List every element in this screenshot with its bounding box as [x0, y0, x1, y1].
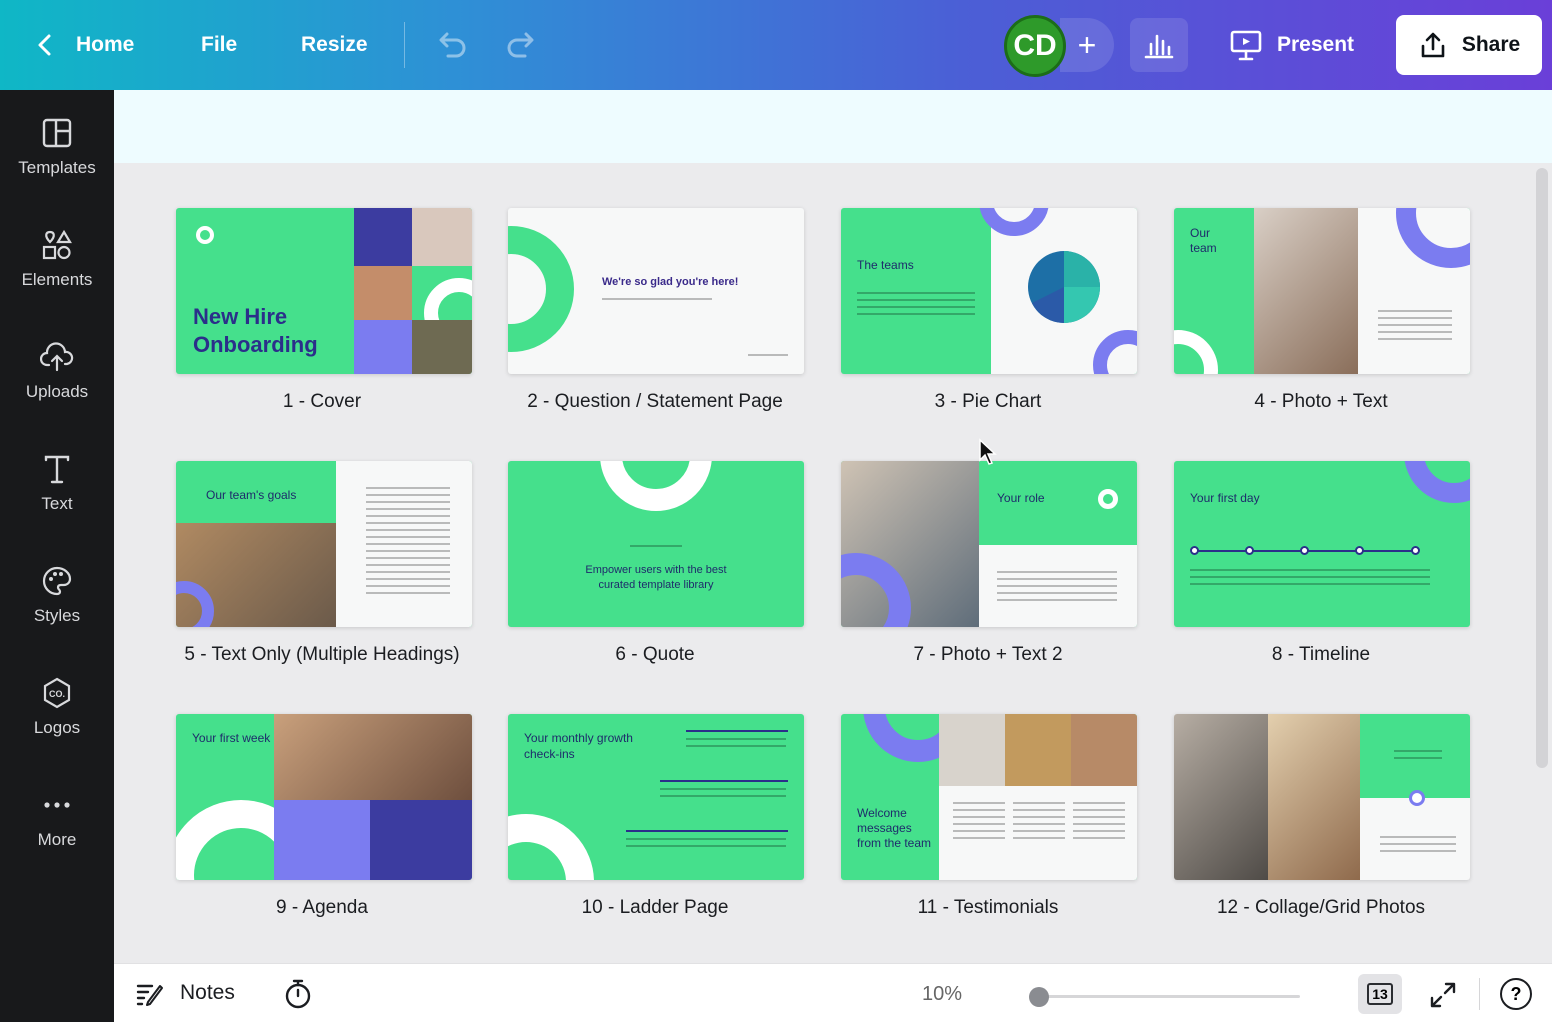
sidebar: Templates Elements Uploads Text Styles C…	[0, 90, 114, 1022]
svg-text:CO.: CO.	[49, 689, 65, 699]
home-button[interactable]: Home	[76, 0, 134, 90]
top-bar: Home File Resize + CD Present Share	[0, 0, 1552, 90]
page-caption: 11 - Testimonials	[917, 897, 1059, 918]
page-caption: 4 - Photo + Text	[1254, 391, 1388, 412]
avatar[interactable]: CD	[1004, 15, 1066, 77]
zoom-slider-handle[interactable]	[1029, 987, 1049, 1007]
sidebar-item-templates[interactable]: Templates	[0, 116, 114, 216]
present-button[interactable]: Present	[1215, 18, 1375, 72]
logo-icon: CO.	[43, 677, 71, 709]
canvas-header	[114, 90, 1552, 163]
slide-title: Your first day	[1190, 491, 1260, 505]
page-thumbnail-1[interactable]: New Hire Onboarding	[176, 208, 472, 374]
page-thumbnail-7[interactable]: Your role	[841, 461, 1137, 627]
resize-button[interactable]: Resize	[301, 0, 368, 90]
page-thumbnail-2[interactable]: We're so glad you're here!	[508, 208, 804, 374]
page-thumbnail-8[interactable]: Your first day	[1174, 461, 1470, 627]
sidebar-item-uploads[interactable]: Uploads	[0, 340, 114, 440]
page-caption: 5 - Text Only (Multiple Headings)	[184, 644, 460, 665]
notes-button[interactable]: Notes	[134, 978, 235, 1008]
page-caption: 3 - Pie Chart	[934, 391, 1042, 412]
insights-button[interactable]	[1130, 18, 1188, 72]
timer-icon[interactable]	[282, 978, 314, 1010]
file-menu[interactable]: File	[201, 0, 237, 90]
bottom-bar: Notes 10% 13 ?	[114, 963, 1552, 1022]
slide-title: The teams	[857, 258, 914, 272]
page-thumbnail-9[interactable]: Your first week	[176, 714, 472, 880]
text-icon	[44, 455, 70, 484]
sidebar-item-logos[interactable]: CO. Logos	[0, 676, 114, 776]
sidebar-item-label: Uploads	[25, 382, 89, 401]
toolbar-divider	[404, 22, 405, 68]
page-count-label: 13	[1367, 983, 1393, 1005]
slide-title: Your monthly growth check-ins	[524, 731, 633, 761]
present-label: Present	[1277, 33, 1355, 56]
slide-title: Your first week	[192, 731, 271, 745]
slide-title: Your role	[997, 491, 1045, 505]
page-thumbnail-5[interactable]: Our team's goals	[176, 461, 472, 627]
page-thumbnail-11[interactable]: Welcome messages from the team	[841, 714, 1137, 880]
notes-icon	[136, 984, 163, 1006]
present-icon	[1230, 30, 1262, 61]
add-collaborator-button[interactable]: +	[1060, 18, 1114, 72]
page-caption: 10 - Ladder Page	[581, 897, 729, 918]
page-caption: 6 - Quote	[615, 644, 695, 665]
sidebar-item-label: Templates	[18, 158, 96, 177]
elements-icon	[42, 229, 72, 260]
sidebar-item-label: Elements	[21, 270, 93, 289]
page-caption: 1 - Cover	[282, 391, 362, 412]
slide-title: Our team	[1190, 226, 1217, 255]
slide-title: New Hire Onboarding	[193, 304, 318, 357]
slide-title: Welcome messages from the team	[857, 806, 932, 850]
zoom-value: 10%	[922, 983, 963, 1005]
sidebar-item-label: More	[37, 830, 77, 849]
page-caption: 2 - Question / Statement Page	[527, 391, 783, 412]
page-caption: 8 - Timeline	[1271, 644, 1371, 665]
fullscreen-expand-icon[interactable]	[1428, 980, 1458, 1010]
palette-icon	[42, 566, 72, 596]
page-caption: 12 - Collage/Grid Photos	[1216, 897, 1426, 918]
slide-title: We're so glad you're here!	[602, 276, 739, 288]
more-dots-icon	[44, 802, 70, 808]
upload-cloud-icon	[40, 342, 74, 372]
zoom-slider-track[interactable]	[1034, 995, 1300, 998]
sidebar-item-label: Styles	[33, 606, 81, 625]
share-upload-icon	[1421, 32, 1445, 58]
help-button[interactable]: ?	[1500, 978, 1532, 1010]
bar-chart-icon	[1144, 34, 1174, 59]
help-icon: ?	[1510, 983, 1522, 1004]
page-thumbnail-3[interactable]: The teams	[841, 208, 1137, 374]
page-caption: 9 - Agenda	[276, 897, 368, 918]
templates-icon	[42, 118, 72, 148]
share-label: Share	[1461, 33, 1521, 56]
undo-icon[interactable]	[432, 26, 470, 64]
chevron-left-icon[interactable]	[30, 30, 60, 60]
mouse-cursor-icon	[979, 438, 997, 465]
pie-chart-graphic	[1028, 251, 1100, 323]
page-thumbnail-10[interactable]: Your monthly growth check-ins	[508, 714, 804, 880]
notes-label: Notes	[180, 981, 235, 1004]
page-thumbnail-4[interactable]: Our team	[1174, 208, 1470, 374]
slide-title: Empower users with the best curated temp…	[585, 564, 727, 591]
bottom-divider	[1479, 978, 1480, 1010]
page-thumbnail-12[interactable]	[1174, 714, 1470, 880]
page-caption: 7 - Photo + Text 2	[913, 644, 1063, 665]
slide-title: Our team's goals	[206, 488, 297, 502]
sidebar-item-label: Text	[41, 494, 73, 513]
vertical-scrollbar[interactable]	[1536, 168, 1548, 768]
redo-icon[interactable]	[503, 26, 541, 64]
share-button[interactable]: Share	[1396, 15, 1542, 75]
sidebar-item-more[interactable]: More	[0, 788, 114, 888]
sidebar-item-label: Logos	[33, 718, 81, 737]
sidebar-item-styles[interactable]: Styles	[0, 564, 114, 664]
sidebar-item-elements[interactable]: Elements	[0, 228, 114, 328]
sidebar-item-text[interactable]: Text	[0, 452, 114, 552]
page-thumbnail-6[interactable]: Empower users with the best curated temp…	[508, 461, 804, 627]
page-count-button[interactable]: 13	[1358, 974, 1402, 1014]
